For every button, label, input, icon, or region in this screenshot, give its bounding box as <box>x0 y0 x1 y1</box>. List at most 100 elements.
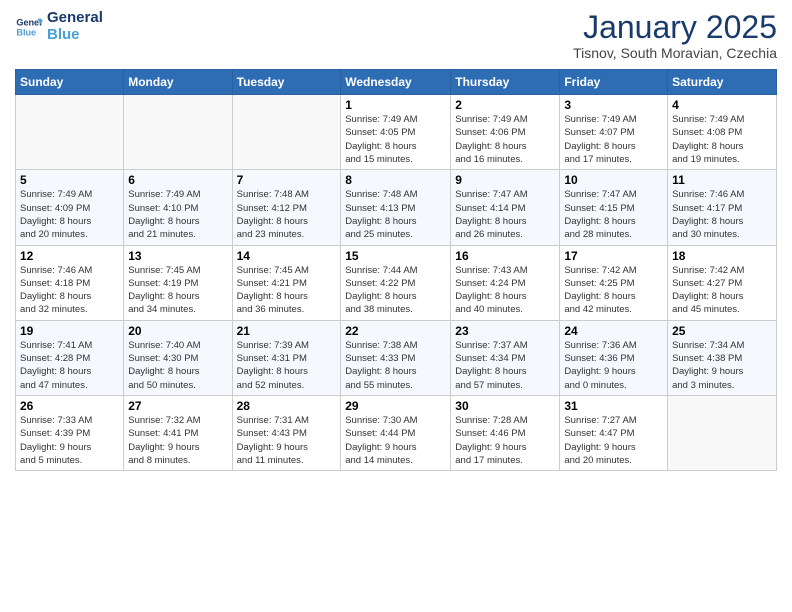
week-row-3: 19Sunrise: 7:41 AM Sunset: 4:28 PM Dayli… <box>16 320 777 395</box>
weekday-header-tuesday: Tuesday <box>232 70 341 95</box>
day-cell: 1Sunrise: 7:49 AM Sunset: 4:05 PM Daylig… <box>341 95 451 170</box>
weekday-header-thursday: Thursday <box>451 70 560 95</box>
day-info: Sunrise: 7:43 AM Sunset: 4:24 PM Dayligh… <box>455 264 555 317</box>
day-cell: 16Sunrise: 7:43 AM Sunset: 4:24 PM Dayli… <box>451 245 560 320</box>
week-row-1: 5Sunrise: 7:49 AM Sunset: 4:09 PM Daylig… <box>16 170 777 245</box>
day-cell: 4Sunrise: 7:49 AM Sunset: 4:08 PM Daylig… <box>668 95 777 170</box>
weekday-header-row: SundayMondayTuesdayWednesdayThursdayFrid… <box>16 70 777 95</box>
day-info: Sunrise: 7:48 AM Sunset: 4:12 PM Dayligh… <box>237 188 337 241</box>
month-title: January 2025 <box>573 10 777 45</box>
day-cell: 30Sunrise: 7:28 AM Sunset: 4:46 PM Dayli… <box>451 395 560 470</box>
day-cell: 20Sunrise: 7:40 AM Sunset: 4:30 PM Dayli… <box>124 320 232 395</box>
day-cell: 31Sunrise: 7:27 AM Sunset: 4:47 PM Dayli… <box>560 395 668 470</box>
day-cell: 6Sunrise: 7:49 AM Sunset: 4:10 PM Daylig… <box>124 170 232 245</box>
logo-icon: General Blue <box>15 13 43 41</box>
day-number: 21 <box>237 324 337 338</box>
day-cell: 3Sunrise: 7:49 AM Sunset: 4:07 PM Daylig… <box>560 95 668 170</box>
day-number: 31 <box>564 399 663 413</box>
day-info: Sunrise: 7:42 AM Sunset: 4:27 PM Dayligh… <box>672 264 772 317</box>
day-cell: 7Sunrise: 7:48 AM Sunset: 4:12 PM Daylig… <box>232 170 341 245</box>
day-cell: 24Sunrise: 7:36 AM Sunset: 4:36 PM Dayli… <box>560 320 668 395</box>
day-number: 8 <box>345 173 446 187</box>
day-info: Sunrise: 7:47 AM Sunset: 4:15 PM Dayligh… <box>564 188 663 241</box>
day-number: 5 <box>20 173 119 187</box>
day-cell: 8Sunrise: 7:48 AM Sunset: 4:13 PM Daylig… <box>341 170 451 245</box>
day-info: Sunrise: 7:31 AM Sunset: 4:43 PM Dayligh… <box>237 414 337 467</box>
day-info: Sunrise: 7:49 AM Sunset: 4:08 PM Dayligh… <box>672 113 772 166</box>
day-number: 28 <box>237 399 337 413</box>
day-cell: 21Sunrise: 7:39 AM Sunset: 4:31 PM Dayli… <box>232 320 341 395</box>
day-cell: 2Sunrise: 7:49 AM Sunset: 4:06 PM Daylig… <box>451 95 560 170</box>
day-cell: 5Sunrise: 7:49 AM Sunset: 4:09 PM Daylig… <box>16 170 124 245</box>
day-number: 2 <box>455 98 555 112</box>
day-info: Sunrise: 7:49 AM Sunset: 4:05 PM Dayligh… <box>345 113 446 166</box>
day-cell <box>232 95 341 170</box>
day-cell: 23Sunrise: 7:37 AM Sunset: 4:34 PM Dayli… <box>451 320 560 395</box>
week-row-2: 12Sunrise: 7:46 AM Sunset: 4:18 PM Dayli… <box>16 245 777 320</box>
day-number: 18 <box>672 249 772 263</box>
calendar: SundayMondayTuesdayWednesdayThursdayFrid… <box>15 69 777 471</box>
day-info: Sunrise: 7:34 AM Sunset: 4:38 PM Dayligh… <box>672 339 772 392</box>
weekday-header-wednesday: Wednesday <box>341 70 451 95</box>
page: General Blue General Blue January 2025 T… <box>0 0 792 612</box>
day-number: 19 <box>20 324 119 338</box>
day-number: 4 <box>672 98 772 112</box>
day-cell: 25Sunrise: 7:34 AM Sunset: 4:38 PM Dayli… <box>668 320 777 395</box>
day-cell: 19Sunrise: 7:41 AM Sunset: 4:28 PM Dayli… <box>16 320 124 395</box>
day-number: 15 <box>345 249 446 263</box>
day-number: 23 <box>455 324 555 338</box>
day-number: 27 <box>128 399 227 413</box>
day-info: Sunrise: 7:36 AM Sunset: 4:36 PM Dayligh… <box>564 339 663 392</box>
weekday-header-sunday: Sunday <box>16 70 124 95</box>
title-area: January 2025 Tisnov, South Moravian, Cze… <box>573 10 777 61</box>
day-cell <box>124 95 232 170</box>
day-number: 16 <box>455 249 555 263</box>
day-cell: 17Sunrise: 7:42 AM Sunset: 4:25 PM Dayli… <box>560 245 668 320</box>
day-number: 3 <box>564 98 663 112</box>
logo-blue: Blue <box>47 27 103 44</box>
day-info: Sunrise: 7:49 AM Sunset: 4:09 PM Dayligh… <box>20 188 119 241</box>
day-number: 9 <box>455 173 555 187</box>
day-cell: 11Sunrise: 7:46 AM Sunset: 4:17 PM Dayli… <box>668 170 777 245</box>
day-info: Sunrise: 7:49 AM Sunset: 4:06 PM Dayligh… <box>455 113 555 166</box>
header: General Blue General Blue January 2025 T… <box>15 10 777 61</box>
day-cell: 26Sunrise: 7:33 AM Sunset: 4:39 PM Dayli… <box>16 395 124 470</box>
day-cell: 22Sunrise: 7:38 AM Sunset: 4:33 PM Dayli… <box>341 320 451 395</box>
weekday-header-saturday: Saturday <box>668 70 777 95</box>
day-info: Sunrise: 7:27 AM Sunset: 4:47 PM Dayligh… <box>564 414 663 467</box>
day-info: Sunrise: 7:42 AM Sunset: 4:25 PM Dayligh… <box>564 264 663 317</box>
day-number: 17 <box>564 249 663 263</box>
logo-general: General <box>47 10 103 27</box>
day-info: Sunrise: 7:41 AM Sunset: 4:28 PM Dayligh… <box>20 339 119 392</box>
weekday-header-friday: Friday <box>560 70 668 95</box>
logo: General Blue General Blue <box>15 10 103 43</box>
day-info: Sunrise: 7:38 AM Sunset: 4:33 PM Dayligh… <box>345 339 446 392</box>
day-number: 14 <box>237 249 337 263</box>
week-row-0: 1Sunrise: 7:49 AM Sunset: 4:05 PM Daylig… <box>16 95 777 170</box>
day-number: 6 <box>128 173 227 187</box>
day-info: Sunrise: 7:33 AM Sunset: 4:39 PM Dayligh… <box>20 414 119 467</box>
day-number: 10 <box>564 173 663 187</box>
day-cell <box>16 95 124 170</box>
day-cell: 14Sunrise: 7:45 AM Sunset: 4:21 PM Dayli… <box>232 245 341 320</box>
day-number: 20 <box>128 324 227 338</box>
day-cell: 9Sunrise: 7:47 AM Sunset: 4:14 PM Daylig… <box>451 170 560 245</box>
day-cell: 15Sunrise: 7:44 AM Sunset: 4:22 PM Dayli… <box>341 245 451 320</box>
day-info: Sunrise: 7:46 AM Sunset: 4:18 PM Dayligh… <box>20 264 119 317</box>
day-cell: 28Sunrise: 7:31 AM Sunset: 4:43 PM Dayli… <box>232 395 341 470</box>
day-cell: 13Sunrise: 7:45 AM Sunset: 4:19 PM Dayli… <box>124 245 232 320</box>
day-number: 29 <box>345 399 446 413</box>
day-number: 25 <box>672 324 772 338</box>
day-info: Sunrise: 7:32 AM Sunset: 4:41 PM Dayligh… <box>128 414 227 467</box>
day-cell: 18Sunrise: 7:42 AM Sunset: 4:27 PM Dayli… <box>668 245 777 320</box>
day-number: 1 <box>345 98 446 112</box>
svg-text:Blue: Blue <box>16 27 36 37</box>
day-number: 30 <box>455 399 555 413</box>
day-info: Sunrise: 7:45 AM Sunset: 4:19 PM Dayligh… <box>128 264 227 317</box>
day-info: Sunrise: 7:39 AM Sunset: 4:31 PM Dayligh… <box>237 339 337 392</box>
day-number: 22 <box>345 324 446 338</box>
day-cell: 29Sunrise: 7:30 AM Sunset: 4:44 PM Dayli… <box>341 395 451 470</box>
day-info: Sunrise: 7:45 AM Sunset: 4:21 PM Dayligh… <box>237 264 337 317</box>
day-number: 13 <box>128 249 227 263</box>
week-row-4: 26Sunrise: 7:33 AM Sunset: 4:39 PM Dayli… <box>16 395 777 470</box>
